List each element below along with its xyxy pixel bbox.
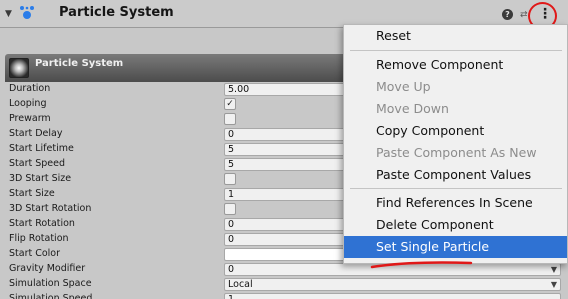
property-checkbox[interactable] <box>224 173 236 185</box>
property-row: Simulation Speed 1 <box>5 292 568 299</box>
property-row: Simulation Space Local ▼ <box>5 277 568 292</box>
field-value: 1 <box>228 189 235 200</box>
menu-item-move-up: Move Up <box>376 79 431 94</box>
menu-item-copy-component[interactable]: Copy Component <box>344 120 567 142</box>
property-label: Start Size <box>9 188 55 199</box>
property-label: Start Delay <box>9 128 63 139</box>
property-label: Start Lifetime <box>9 143 74 154</box>
property-label: Start Speed <box>9 158 66 169</box>
menu-item-set-single-particle[interactable]: Set Single Particle <box>344 236 567 258</box>
module-title: Particle System <box>35 58 124 69</box>
chevron-down-icon[interactable]: ▼ <box>551 264 557 275</box>
menu-item-paste-component-values[interactable]: Paste Component Values <box>344 164 567 186</box>
property-label: Start Rotation <box>9 218 75 229</box>
property-dropdown[interactable]: Local ▼ <box>224 278 561 291</box>
particle-thumbnail-icon <box>9 58 29 78</box>
property-label: Prewarm <box>9 113 51 124</box>
chevron-down-icon[interactable]: ▼ <box>551 279 557 290</box>
property-label: 3D Start Size <box>9 173 72 184</box>
field-value: 0 <box>228 219 235 230</box>
property-label: 3D Start Rotation <box>9 203 92 214</box>
property-row: Gravity Modifier 0 ▼ <box>5 262 568 277</box>
menu-item-remove-component[interactable]: Remove Component <box>344 54 567 76</box>
field-value: 5 <box>228 144 235 155</box>
property-label: Start Color <box>9 248 61 259</box>
menu-item-move-down: Move Down <box>376 101 449 116</box>
property-label: Gravity Modifier <box>9 263 86 274</box>
property-checkbox[interactable] <box>224 113 236 125</box>
particle-system-icon <box>20 6 34 19</box>
property-checkbox[interactable]: ✓ <box>224 98 236 110</box>
field-value: 5.00 <box>228 84 250 95</box>
property-label: Simulation Speed <box>9 293 93 299</box>
menu-item-reset[interactable]: Reset <box>344 25 567 47</box>
menu-item-find-references-in-scene[interactable]: Find References In Scene <box>344 192 567 214</box>
menu-separator <box>350 50 562 51</box>
property-label: Simulation Space <box>9 278 92 289</box>
property-label: Duration <box>9 83 51 94</box>
property-field[interactable]: 1 <box>224 293 561 299</box>
field-value: 0 <box>228 234 235 245</box>
field-value: 0 <box>228 129 235 140</box>
menu-item-delete-component[interactable]: Delete Component <box>344 214 567 236</box>
field-value: 5 <box>228 159 235 170</box>
annotation-underline <box>370 261 473 269</box>
fold-arrow-icon[interactable]: ▼ <box>5 9 12 19</box>
field-value: 0 <box>228 264 235 275</box>
field-value: 1 <box>228 294 234 299</box>
component-title: Particle System <box>59 5 174 20</box>
field-value: Local <box>228 279 253 290</box>
help-icon[interactable]: ? <box>502 9 513 20</box>
menu-item-paste-component-as-new: Paste Component As New <box>376 145 537 160</box>
preset-icon[interactable]: ⇄ <box>520 10 528 20</box>
menu-separator <box>350 188 562 189</box>
context-menu: Reset Remove Component Move Up Move Down Cop… <box>343 24 568 264</box>
property-checkbox[interactable] <box>224 203 236 215</box>
property-label: Looping <box>9 98 47 109</box>
property-label: Flip Rotation <box>9 233 69 244</box>
